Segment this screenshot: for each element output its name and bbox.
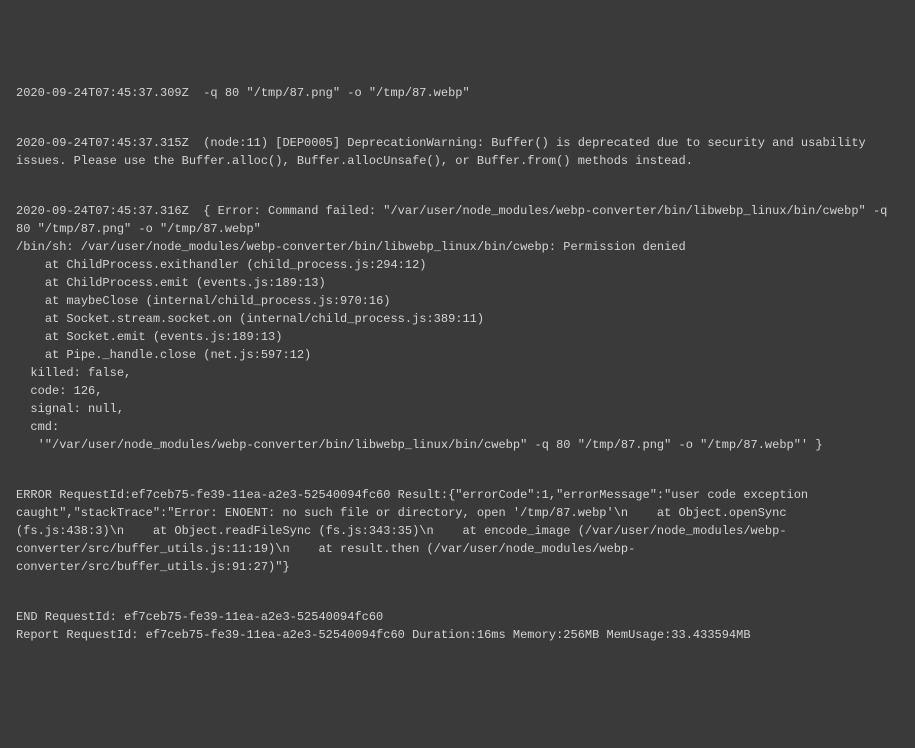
log-entry-command: 2020-09-24T07:45:37.309Z -q 80 "/tmp/87.…: [16, 84, 899, 102]
log-entry-error-stack: 2020-09-24T07:45:37.316Z { Error: Comman…: [16, 202, 899, 454]
log-entry-request-error: ERROR RequestId:ef7ceb75-fe39-11ea-a2e3-…: [16, 486, 899, 576]
log-entry-deprecation-warning: 2020-09-24T07:45:37.315Z (node:11) [DEP0…: [16, 134, 899, 170]
log-entry-request-report: END RequestId: ef7ceb75-fe39-11ea-a2e3-5…: [16, 608, 899, 644]
